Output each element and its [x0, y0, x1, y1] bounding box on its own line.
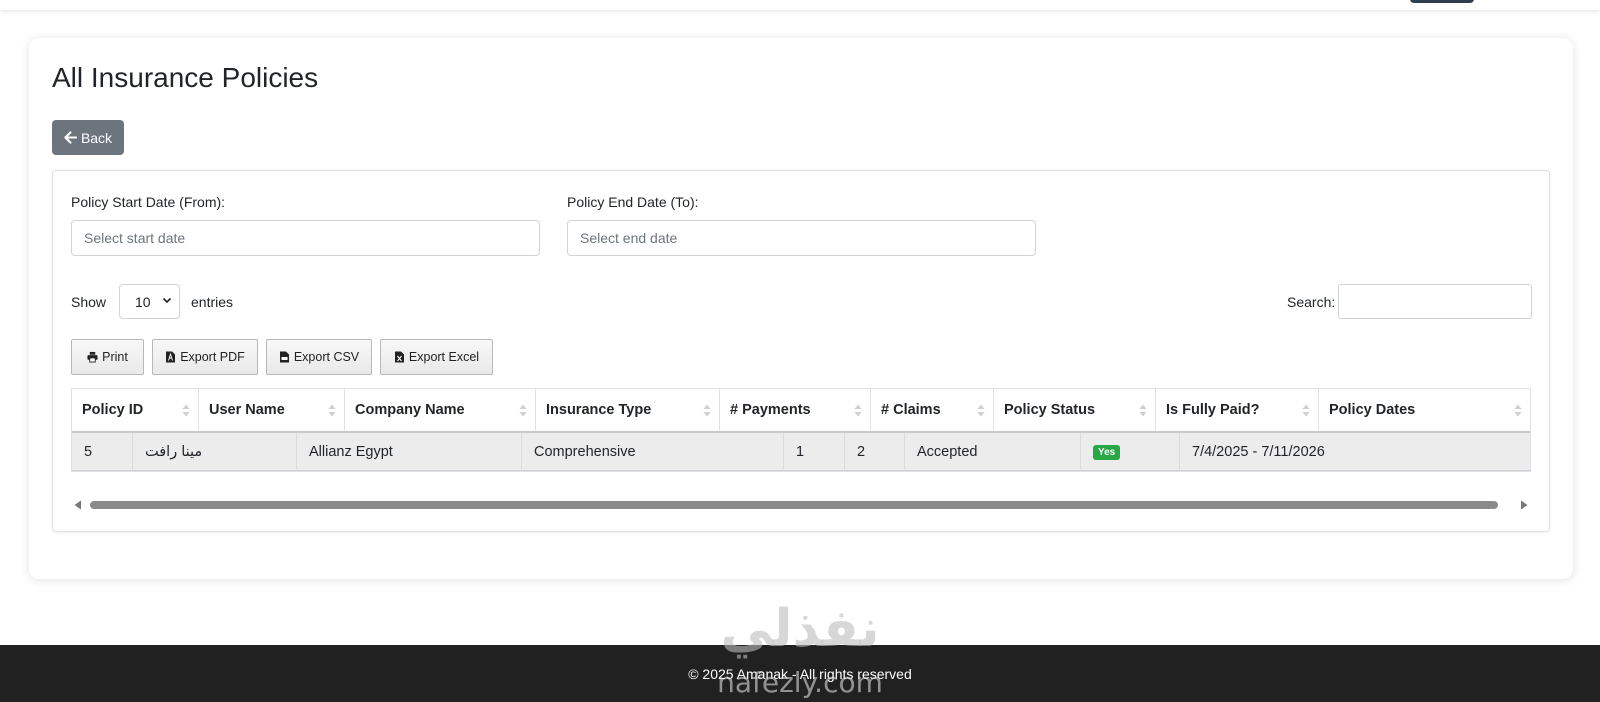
print-button[interactable]: Print — [71, 339, 144, 375]
th-policy-dates[interactable]: Policy Dates — [1319, 389, 1530, 431]
show-label: Show — [71, 294, 107, 310]
arrow-left-icon — [64, 131, 77, 144]
sort-icon — [1302, 404, 1310, 417]
file-excel-icon — [394, 351, 404, 363]
top-navbar — [0, 0, 1600, 10]
chevron-down-icon — [162, 297, 172, 304]
footer-copyright: © 2025 Amanak - All rights reserved — [688, 665, 912, 682]
th-payments-label: # Payments — [730, 402, 811, 418]
sort-icon — [1139, 404, 1147, 417]
entries-label: entries — [191, 294, 234, 310]
scroll-left-icon[interactable] — [74, 500, 82, 510]
end-date-input[interactable]: Select end date — [567, 220, 1036, 256]
scroll-right-icon[interactable] — [1520, 500, 1528, 510]
cell-user-name: مينا رافت — [133, 433, 297, 471]
search-label: Search: — [1287, 294, 1336, 310]
th-policy-id-label: Policy ID — [82, 402, 144, 418]
sort-icon — [1514, 404, 1522, 417]
th-fully-paid[interactable]: Is Fully Paid? — [1156, 389, 1319, 431]
navbar-button-edge[interactable] — [1410, 0, 1474, 3]
printer-icon — [87, 351, 98, 363]
th-claims[interactable]: # Claims — [871, 389, 994, 431]
th-user-name[interactable]: User Name — [199, 389, 345, 431]
th-policy-status[interactable]: Policy Status — [994, 389, 1156, 431]
entries-select[interactable]: 10 — [119, 284, 180, 319]
th-company-name-label: Company Name — [355, 402, 465, 418]
back-button[interactable]: Back — [52, 120, 124, 155]
export-pdf-label: Export PDF — [180, 350, 245, 364]
print-button-label: Print — [102, 350, 128, 364]
cell-status: Accepted — [905, 433, 1081, 471]
start-date-label: Policy Start Date (From): — [71, 194, 226, 210]
table-header-row: Policy ID User Name Company Name Insuran… — [72, 389, 1530, 433]
search-input[interactable] — [1338, 284, 1532, 319]
footer: © 2025 Amanak - All rights reserved — [0, 645, 1600, 702]
cell-policy-dates: 7/4/2025 - 7/11/2026 — [1192, 444, 1325, 460]
export-excel-label: Export Excel — [408, 350, 480, 364]
export-pdf-button[interactable]: Export PDF — [152, 339, 258, 375]
file-pdf-icon — [166, 351, 176, 363]
cell-policy-id: 5 — [72, 433, 133, 471]
export-csv-button[interactable]: Export CSV — [266, 339, 372, 375]
file-csv-icon — [279, 351, 289, 363]
cell-fully-paid: Yes — [1081, 433, 1180, 471]
cell-insurance-type: Comprehensive — [522, 433, 784, 471]
sort-icon — [977, 404, 985, 417]
horizontal-scrollbar[interactable] — [74, 498, 1528, 512]
entries-select-value: 10 — [135, 293, 151, 310]
th-policy-id[interactable]: Policy ID — [72, 389, 199, 431]
sort-icon — [328, 404, 336, 417]
start-date-input[interactable]: Select start date — [71, 220, 540, 256]
export-excel-button[interactable]: Export Excel — [380, 339, 493, 375]
sort-icon — [854, 404, 862, 417]
cell-claims: 2 — [845, 433, 905, 471]
th-policy-status-label: Policy Status — [1004, 402, 1096, 418]
th-insurance-type-label: Insurance Type — [546, 402, 652, 418]
sort-icon — [519, 404, 527, 417]
page-title: All Insurance Policies — [52, 62, 319, 93]
export-csv-label: Export CSV — [293, 350, 360, 364]
th-payments[interactable]: # Payments — [720, 389, 871, 431]
th-company-name[interactable]: Company Name — [345, 389, 536, 431]
th-fully-paid-label: Is Fully Paid? — [1166, 402, 1260, 418]
end-date-label: Policy End Date (To): — [567, 194, 699, 210]
cell-user-name-text: مينا رافت — [145, 444, 203, 460]
sort-icon — [703, 404, 711, 417]
th-user-name-label: User Name — [209, 402, 285, 418]
table-row[interactable]: 5 مينا رافت Allianz Egypt Comprehensive … — [72, 433, 1530, 471]
th-policy-dates-label: Policy Dates — [1329, 402, 1416, 418]
cell-company-name: Allianz Egypt — [297, 433, 522, 471]
sort-icon — [182, 404, 190, 417]
policies-table: Policy ID User Name Company Name Insuran… — [71, 388, 1531, 472]
scrollbar-thumb[interactable] — [90, 501, 1498, 509]
th-insurance-type[interactable]: Insurance Type — [536, 389, 720, 431]
back-button-label: Back — [80, 129, 113, 146]
status-badge: Yes — [1093, 444, 1121, 460]
cell-payments: 1 — [784, 433, 845, 471]
th-claims-label: # Claims — [881, 402, 941, 418]
